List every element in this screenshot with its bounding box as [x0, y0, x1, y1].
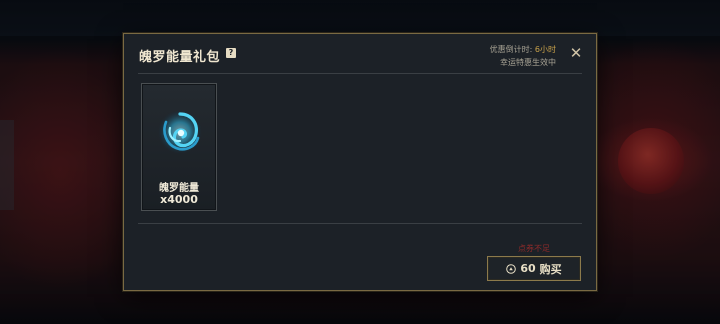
buy-button[interactable]: 60 购买 [487, 256, 581, 281]
footer-divider [138, 223, 582, 224]
insufficient-funds-warning: 点券不足 [518, 244, 550, 253]
bundle-item-card[interactable]: 魄罗能量 x4000 [141, 83, 217, 211]
coin-icon [506, 263, 517, 274]
timer-prefix: 优惠倒计时: [489, 45, 535, 54]
item-name: 魄罗能量 [159, 183, 199, 194]
poro-energy-swirl-icon [158, 110, 202, 154]
help-icon[interactable]: ? [226, 48, 236, 58]
buy-label: 购买 [539, 262, 562, 276]
buy-price: 60 [520, 262, 536, 275]
header-divider [138, 73, 582, 74]
bundle-modal: 魄罗能量礼包 ? 优惠倒计时: 6小时 幸运特惠生效中 ✕ 魄罗能量 x4000 [123, 33, 597, 291]
close-icon[interactable]: ✕ [569, 46, 583, 61]
timer-value: 6小时 [534, 45, 556, 54]
modal-title: 魄罗能量礼包 [139, 50, 221, 65]
item-quantity: x4000 [160, 193, 198, 206]
timer-subtitle: 幸运特惠生效中 [500, 58, 556, 67]
countdown-timer: 优惠倒计时: 6小时 幸运特惠生效中 [490, 43, 556, 69]
